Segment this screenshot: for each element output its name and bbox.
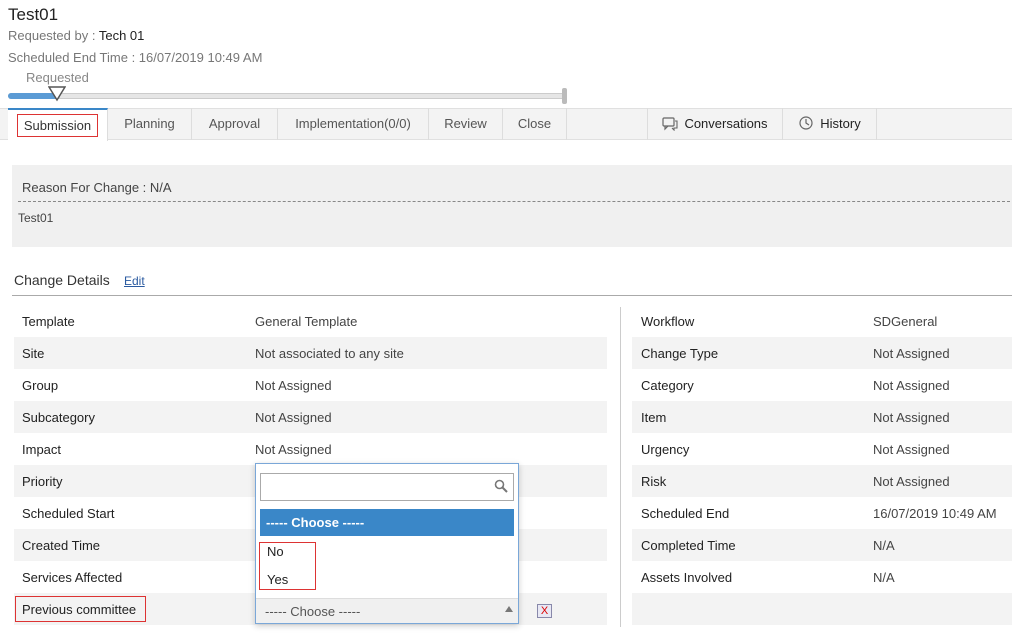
- detail-label: Created Time: [22, 538, 101, 553]
- detail-row-risk: Risk Not Assigned: [632, 465, 1012, 497]
- detail-label: Scheduled End: [641, 506, 730, 521]
- detail-label: Subcategory: [22, 410, 95, 425]
- requested-by-label: Requested by :: [8, 28, 96, 43]
- tab-review[interactable]: Review: [429, 108, 503, 140]
- detail-value: Not Assigned: [255, 410, 332, 425]
- tab-conversations-label: Conversations: [684, 116, 768, 131]
- reason-divider: [18, 201, 1010, 202]
- requested-by-value: Tech 01: [98, 28, 145, 43]
- history-icon: [799, 116, 813, 130]
- tab-approval[interactable]: Approval: [192, 108, 278, 140]
- dropdown-option-choose[interactable]: ----- Choose -----: [260, 509, 514, 536]
- detail-row-site: Site Not associated to any site: [14, 337, 607, 369]
- edit-link[interactable]: Edit: [124, 274, 145, 288]
- search-icon: [494, 479, 508, 493]
- detail-row-workflow: Workflow SDGeneral: [632, 305, 1012, 337]
- detail-row-empty: [632, 593, 1012, 625]
- detail-value: Not Assigned: [873, 378, 950, 393]
- stage-marker-icon: [48, 86, 66, 102]
- detail-value: Not Assigned: [873, 410, 950, 425]
- detail-label: Services Affected: [22, 570, 123, 585]
- detail-row-change-type: Change Type Not Assigned: [632, 337, 1012, 369]
- detail-value: 16/07/2019 10:49 AM: [873, 506, 997, 521]
- detail-value: N/A: [873, 538, 895, 553]
- detail-row-subcategory: Subcategory Not Assigned: [14, 401, 607, 433]
- dropdown-option-no[interactable]: No: [267, 544, 284, 559]
- stage-progress-track: [8, 93, 566, 99]
- tab-implementation[interactable]: Implementation(0/0): [278, 108, 429, 140]
- detail-label: Category: [641, 378, 694, 393]
- tab-history-label: History: [820, 116, 861, 131]
- detail-row-template: Template General Template: [14, 305, 607, 337]
- tab-submission-label: Submission: [16, 114, 99, 137]
- detail-label: Completed Time: [641, 538, 736, 553]
- detail-label: Group: [22, 378, 59, 393]
- detail-value: N/A: [873, 570, 895, 585]
- detail-value: Not Assigned: [255, 442, 332, 457]
- detail-value: Not Assigned: [255, 378, 332, 393]
- tab-history[interactable]: History: [783, 108, 877, 140]
- dropdown-search-input[interactable]: [260, 473, 514, 501]
- detail-value: General Template: [255, 314, 358, 329]
- scheduled-end-time: Scheduled End Time : 16/07/2019 10:49 AM: [8, 50, 263, 65]
- previous-committee-highlight: [15, 596, 146, 622]
- stage-label: Requested: [26, 70, 89, 85]
- reason-text: Test01: [18, 211, 54, 225]
- stage-progress-end: [562, 88, 567, 104]
- requested-by: Requested by : Tech 01: [8, 28, 144, 43]
- detail-value: Not Assigned: [873, 346, 950, 361]
- detail-label: Site: [22, 346, 45, 361]
- detail-label: Assets Involved: [641, 570, 733, 585]
- tab-planning[interactable]: Planning: [108, 108, 192, 140]
- conversations-icon: [662, 117, 678, 132]
- detail-label: Template: [22, 314, 75, 329]
- detail-value: SDGeneral: [873, 314, 938, 329]
- tab-conversations[interactable]: Conversations: [647, 108, 783, 140]
- detail-row-scheduled-end: Scheduled End 16/07/2019 10:49 AM: [632, 497, 1012, 529]
- detail-row-completed-time: Completed Time N/A: [632, 529, 1012, 561]
- reason-label: Reason For Change : N/A: [22, 180, 172, 195]
- dropdown-option-yes[interactable]: Yes: [267, 572, 288, 587]
- detail-label: Risk: [641, 474, 667, 489]
- detail-row-impact: Impact Not Assigned: [14, 433, 607, 465]
- change-details-divider: [12, 295, 1012, 296]
- caret-up-icon: [505, 606, 513, 612]
- page-title: Test01: [8, 5, 59, 24]
- detail-row-category: Category Not Assigned: [632, 369, 1012, 401]
- detail-label: Scheduled Start: [22, 506, 115, 521]
- detail-row-item: Item Not Assigned: [632, 401, 1012, 433]
- detail-label: Item: [641, 410, 667, 425]
- tab-submission[interactable]: Submission: [8, 108, 108, 141]
- detail-row-assets-involved: Assets Involved N/A: [632, 561, 1012, 593]
- previous-committee-select[interactable]: ----- Choose -----: [256, 598, 518, 623]
- detail-label: Impact: [22, 442, 62, 457]
- detail-value: Not associated to any site: [255, 346, 404, 361]
- detail-value: Not Assigned: [873, 474, 950, 489]
- clear-button[interactable]: X: [537, 604, 552, 618]
- detail-label: Priority: [22, 474, 63, 489]
- tab-close[interactable]: Close: [503, 108, 567, 140]
- reason-panel: [12, 165, 1012, 247]
- detail-value: Not Assigned: [873, 442, 950, 457]
- change-details-title: Change Details: [14, 272, 110, 288]
- detail-label: Urgency: [641, 442, 690, 457]
- detail-label: Change Type: [641, 346, 719, 361]
- detail-row-group: Group Not Assigned: [14, 369, 607, 401]
- column-divider: [620, 307, 621, 627]
- detail-row-urgency: Urgency Not Assigned: [632, 433, 1012, 465]
- detail-label: Workflow: [641, 314, 695, 329]
